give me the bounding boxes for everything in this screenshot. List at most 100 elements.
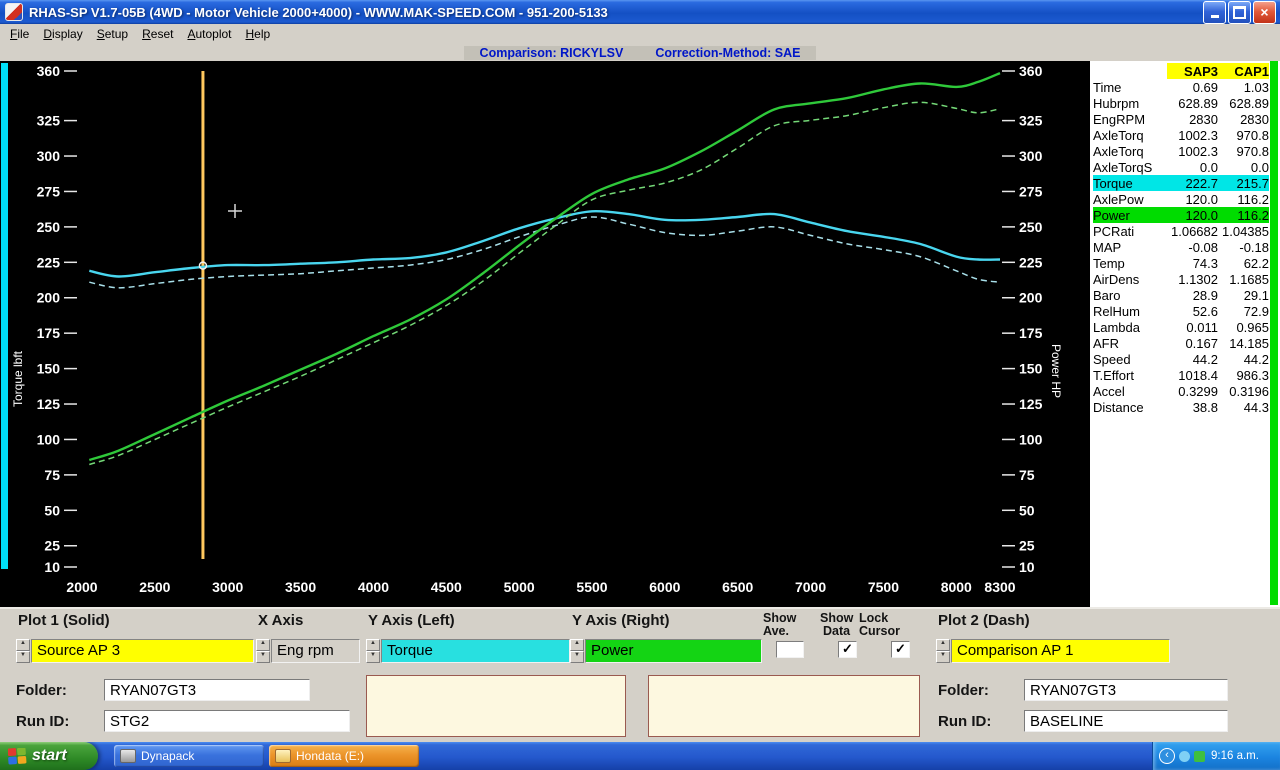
svg-text:360: 360 (1019, 63, 1043, 79)
yright-combo[interactable]: ▲▼ Power (570, 639, 762, 663)
svg-text:325: 325 (1019, 113, 1043, 129)
taskbar: start DynapackHondata (E:) ‹ 9:16 a.m. (0, 742, 1280, 770)
plot2-spinner[interactable]: ▲▼ (936, 639, 950, 663)
plot1-combo[interactable]: ▲▼ Source AP 3 (16, 639, 254, 663)
spin-up-icon[interactable]: ▲ (256, 639, 270, 651)
main-area: 3603603253253003002752752502502252252002… (0, 61, 1280, 607)
svg-text:225: 225 (37, 254, 61, 270)
xaxis-label: X Axis (258, 612, 303, 629)
lock-cursor-checkbox[interactable]: ✓ (891, 641, 910, 658)
runid-input-left[interactable] (104, 710, 350, 732)
menu-item-setup[interactable]: Setup (90, 25, 135, 43)
runid-input-right[interactable] (1024, 710, 1228, 732)
svg-text:250: 250 (37, 219, 61, 235)
spin-down-icon[interactable]: ▼ (16, 651, 30, 663)
folder-input-right[interactable] (1024, 679, 1228, 701)
plot2-value[interactable]: Comparison AP 1 (951, 639, 1170, 663)
svg-text:4000: 4000 (358, 579, 389, 595)
spin-down-icon[interactable]: ▼ (366, 651, 380, 663)
tray-icon-network[interactable] (1179, 751, 1190, 762)
spin-up-icon[interactable]: ▲ (366, 639, 380, 651)
minimize-icon (1211, 15, 1219, 18)
xaxis-value[interactable]: Eng rpm (271, 639, 360, 663)
yleft-combo[interactable]: ▲▼ Torque (366, 639, 570, 663)
maximize-button[interactable] (1228, 1, 1251, 24)
spin-down-icon[interactable]: ▼ (256, 651, 270, 663)
menu-item-file[interactable]: File (3, 25, 36, 43)
plot1-label: Plot 1 (Solid) (18, 612, 110, 629)
menu-item-help[interactable]: Help (239, 25, 278, 43)
data-row-time: Time0.691.03 (1093, 79, 1269, 95)
menu-bar: FileDisplaySetupResetAutoplotHelp (0, 24, 1280, 44)
curve-torque-sap3-solid (89, 211, 1000, 276)
notes-box-right[interactable] (648, 675, 920, 737)
svg-text:200: 200 (1019, 290, 1043, 306)
yleft-spinner[interactable]: ▲▼ (366, 639, 380, 663)
start-button[interactable]: start (0, 742, 98, 770)
minimize-button[interactable] (1203, 1, 1226, 24)
show-data-checkbox[interactable]: ✓ (838, 641, 857, 658)
data-row-afr: AFR0.16714.185 (1093, 335, 1269, 351)
svg-text:300: 300 (1019, 148, 1043, 164)
spin-up-icon[interactable]: ▲ (936, 639, 950, 651)
svg-text:7000: 7000 (795, 579, 826, 595)
plot1-spinner[interactable]: ▲▼ (16, 639, 30, 663)
svg-text:150: 150 (1019, 361, 1043, 377)
maximize-icon (1233, 6, 1246, 19)
runid-label-left: Run ID: (16, 713, 69, 730)
yright-spinner[interactable]: ▲▼ (570, 639, 584, 663)
yright-value[interactable]: Power (585, 639, 762, 663)
data-row-lambda: Lambda0.0110.965 (1093, 319, 1269, 335)
spin-down-icon[interactable]: ▼ (570, 651, 584, 663)
spin-down-icon[interactable]: ▼ (936, 651, 950, 663)
correction-method-label: Correction-Method: SAE (655, 46, 800, 60)
dyno-chart[interactable]: 3603603253253003002752752502502252252002… (0, 61, 1090, 607)
svg-text:125: 125 (1019, 396, 1043, 412)
data-row-torque: Torque222.7215.7 (1093, 175, 1269, 191)
svg-text:3500: 3500 (285, 579, 316, 595)
spin-up-icon[interactable]: ▲ (570, 639, 584, 651)
xaxis-combo[interactable]: ▲▼ Eng rpm (256, 639, 360, 663)
data-row-axletorqs: AxleTorqS0.00.0 (1093, 159, 1269, 175)
svg-text:150: 150 (37, 361, 61, 377)
data-row-temp: Temp74.362.2 (1093, 255, 1269, 271)
yleft-label: Y Axis (Left) (368, 612, 455, 629)
notes-box-left[interactable] (366, 675, 626, 737)
svg-text:300: 300 (37, 148, 61, 164)
folder-input-left[interactable] (104, 679, 310, 701)
svg-text:175: 175 (37, 325, 61, 341)
svg-text:100: 100 (1019, 431, 1043, 447)
data-header-row: SAP3CAP1 (1093, 63, 1269, 79)
chart-area[interactable]: 3603603253253003002752752502502252252002… (0, 61, 1090, 607)
taskbar-task-hondata-e-[interactable]: Hondata (E:) (269, 745, 419, 767)
xaxis-spinner[interactable]: ▲▼ (256, 639, 270, 663)
menu-item-reset[interactable]: Reset (135, 25, 180, 43)
svg-text:10: 10 (1019, 559, 1035, 575)
data-table: SAP3CAP1Time0.691.03Hubrpm628.89628.89En… (1093, 63, 1269, 415)
data-row-t-effort: T.Effort1018.4986.3 (1093, 367, 1269, 383)
data-row-distance: Distance38.844.3 (1093, 399, 1269, 415)
taskbar-task-dynapack[interactable]: Dynapack (114, 745, 264, 767)
folder-label-right: Folder: (938, 682, 989, 699)
menu-item-display[interactable]: Display (36, 25, 89, 43)
show-ave-checkbox[interactable] (776, 641, 804, 658)
windows-logo-icon (8, 748, 27, 765)
plot1-value[interactable]: Source AP 3 (31, 639, 254, 663)
data-row-pcrati: PCRati1.066821.04385 (1093, 223, 1269, 239)
data-row-axlepow: AxlePow120.0116.2 (1093, 191, 1269, 207)
plot2-combo[interactable]: ▲▼ Comparison AP 1 (936, 639, 1170, 663)
plot2-label: Plot 2 (Dash) (938, 612, 1030, 629)
menu-item-autoplot[interactable]: Autoplot (180, 25, 238, 43)
spin-up-icon[interactable]: ▲ (16, 639, 30, 651)
power-axis-color-strip (1270, 61, 1278, 605)
curve-power-cap1-dash (89, 102, 1000, 464)
close-button[interactable]: × (1253, 1, 1276, 24)
control-panel: Plot 1 (Solid) X Axis Y Axis (Left) Y Ax… (0, 607, 1280, 742)
svg-text:7500: 7500 (868, 579, 899, 595)
yleft-value[interactable]: Torque (381, 639, 570, 663)
tray-icon-status[interactable] (1194, 751, 1205, 762)
svg-text:75: 75 (1019, 467, 1035, 483)
tray-chevron-icon[interactable]: ‹ (1159, 748, 1175, 764)
svg-text:6500: 6500 (722, 579, 753, 595)
show-data-label-bottom: Data (823, 624, 850, 638)
